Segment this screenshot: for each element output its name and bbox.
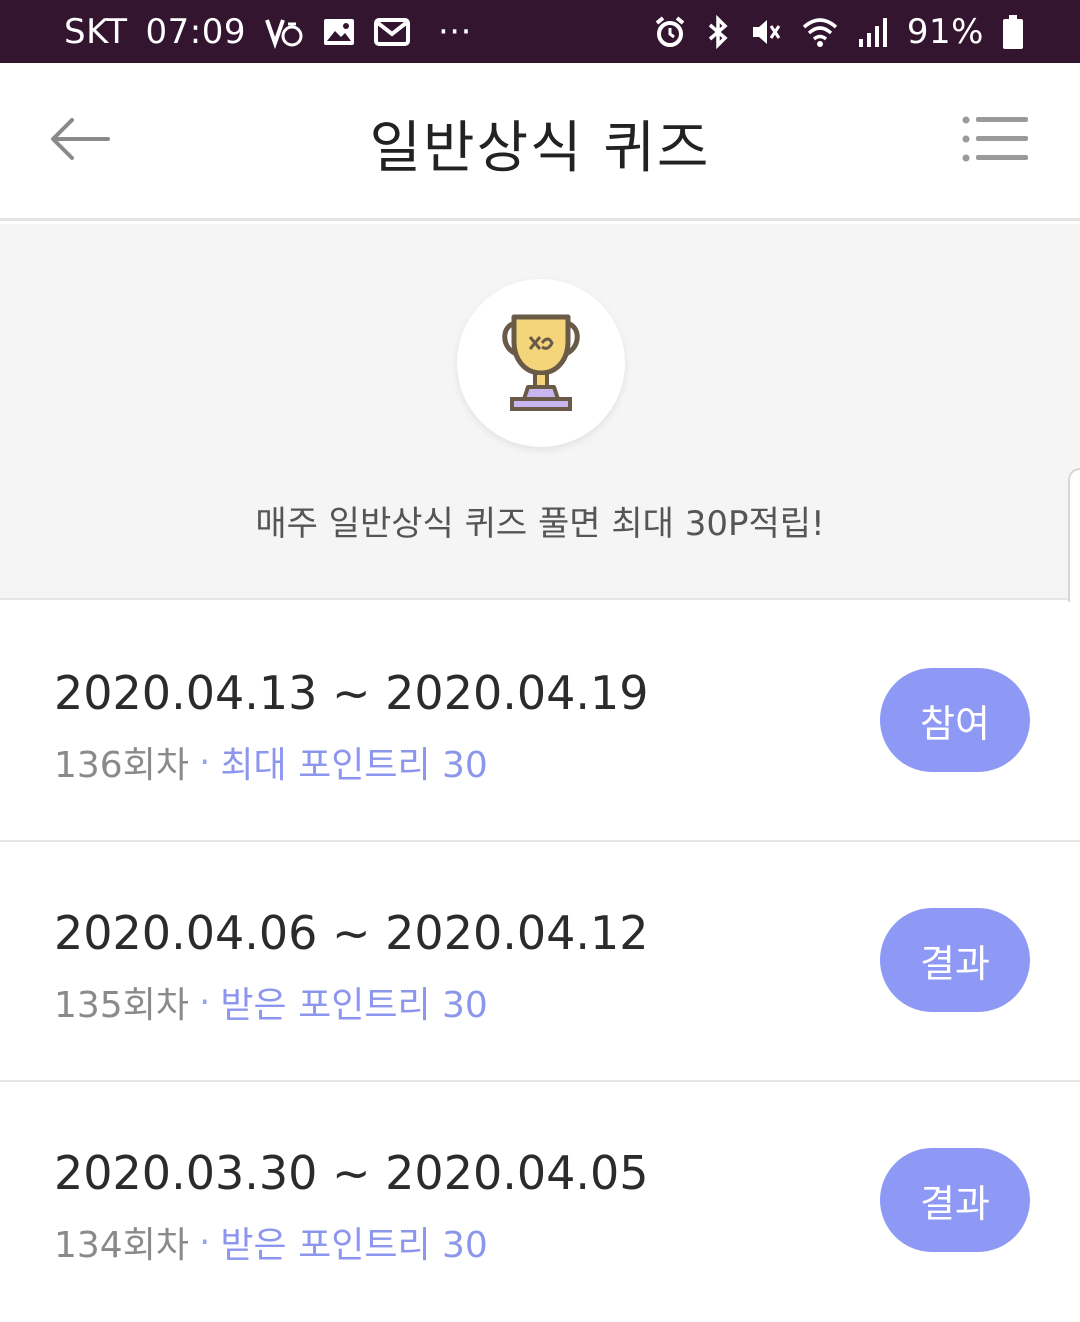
alarm-icon (653, 15, 687, 49)
trophy-badge (457, 279, 625, 447)
meta-separator: · (198, 741, 211, 783)
quiz-meta: 134회차 · 받은 포인트리 30 (54, 1216, 488, 1268)
meta-separator: · (198, 981, 211, 1023)
more-notifications: ··· (438, 11, 472, 52)
list-item: 2020.03.30 ~ 2020.04.05 134회차 · 받은 포인트리 … (0, 1082, 1080, 1322)
app-header: 일반상식 퀴즈 (0, 63, 1080, 221)
mail-icon (374, 17, 410, 47)
image-icon (322, 17, 356, 47)
quiz-banner: 매주 일반상식 퀴즈 풀면 최대 30P적립! (0, 224, 1080, 896)
result-button[interactable]: 결과 (880, 1148, 1030, 1252)
meta-separator: · (198, 1221, 211, 1263)
quiz-round: 135회차 (54, 985, 189, 1026)
quiz-meta: 135회차 · 받은 포인트리 30 (54, 976, 488, 1028)
wifi-icon (801, 15, 839, 49)
status-bar-right: 91% (653, 12, 1024, 52)
trophy-icon (502, 314, 580, 411)
status-bar: SKT 07:09 ··· 91% (0, 0, 1080, 63)
list-menu-button[interactable] (962, 115, 1030, 163)
quiz-meta: 136회차 · 최대 포인트리 30 (54, 736, 488, 788)
list-menu-icon (962, 116, 1028, 162)
bluetooth-icon (705, 14, 731, 49)
quiz-points: 받은 포인트리 30 (220, 985, 488, 1026)
quiz-list: 2020.04.13 ~ 2020.04.19 136회차 · 최대 포인트리 … (0, 602, 1080, 1322)
quiz-round: 136회차 (54, 745, 189, 786)
clock: 07:09 (145, 11, 246, 52)
join-button[interactable]: 참여 (880, 668, 1030, 772)
quiz-date-range: 2020.04.13 ~ 2020.04.19 (54, 666, 649, 720)
volte-icon (264, 15, 304, 49)
quiz-points: 받은 포인트리 30 (220, 1225, 488, 1266)
status-bar-left: SKT 07:09 ··· (64, 12, 472, 52)
battery-icon (1002, 14, 1024, 50)
banner-text: 매주 일반상식 퀴즈 풀면 최대 30P적립! (255, 504, 825, 544)
quiz-round: 134회차 (54, 1225, 189, 1266)
page-title: 일반상식 퀴즈 (369, 116, 711, 181)
list-item: 2020.04.13 ~ 2020.04.19 136회차 · 최대 포인트리 … (0, 602, 1080, 842)
signal-icon (857, 15, 889, 49)
quiz-date-range: 2020.03.30 ~ 2020.04.05 (54, 1146, 649, 1200)
quiz-date-range: 2020.04.06 ~ 2020.04.12 (54, 906, 649, 960)
carrier-label: SKT (64, 11, 128, 52)
list-item: 2020.04.06 ~ 2020.04.12 135회차 · 받은 포인트리 … (0, 842, 1080, 1082)
battery-percent: 91% (906, 11, 984, 52)
quiz-points: 최대 포인트리 30 (220, 745, 488, 786)
mute-icon (749, 15, 783, 49)
result-button[interactable]: 결과 (880, 908, 1030, 1012)
